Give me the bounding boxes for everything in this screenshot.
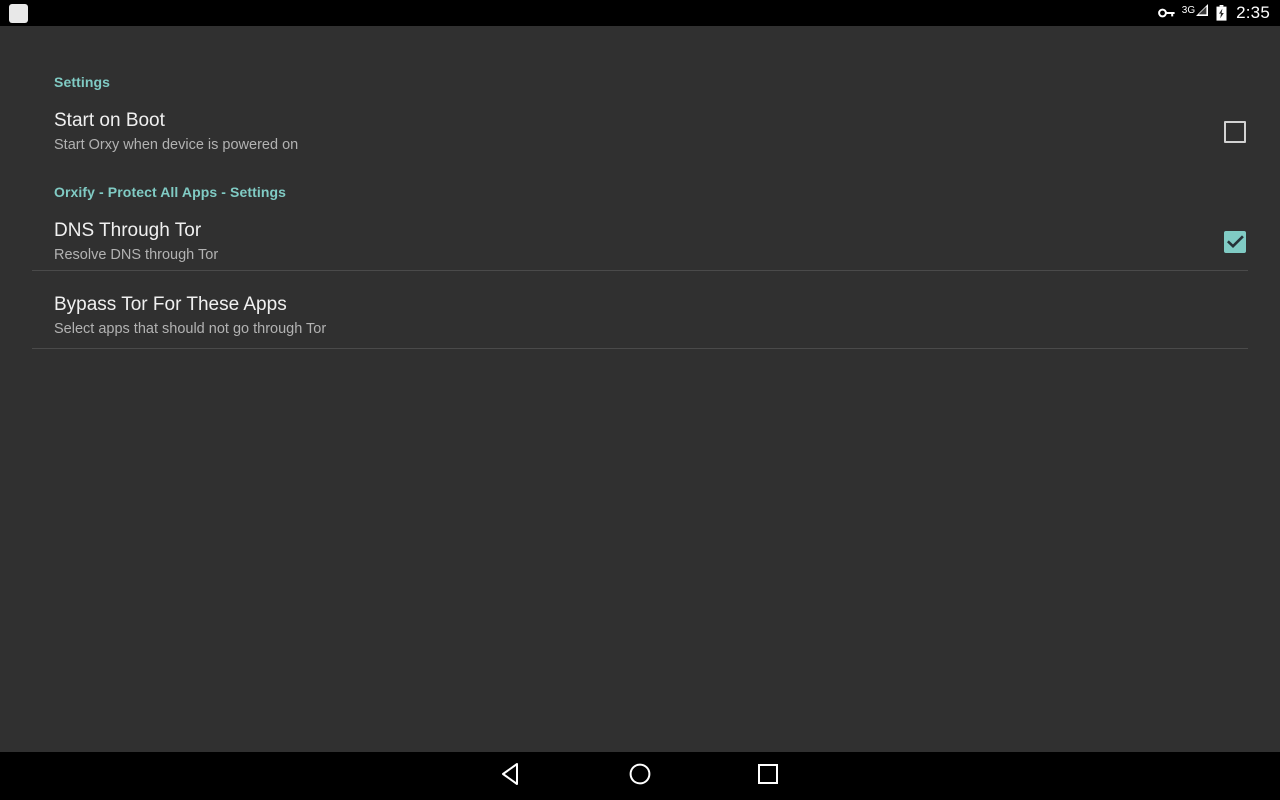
recents-button[interactable] xyxy=(704,752,832,800)
back-triangle-icon xyxy=(501,762,523,791)
pref-title-dns-through-tor: DNS Through Tor xyxy=(54,220,202,241)
battery-charging-icon xyxy=(1216,3,1227,23)
checkbox-dns-through-tor[interactable] xyxy=(1224,231,1246,253)
status-bar-notifications xyxy=(0,3,28,23)
pref-title-start-on-boot: Start on Boot xyxy=(54,110,165,131)
pref-row-bypass-tor[interactable]: Bypass Tor For These Apps Select apps th… xyxy=(0,293,1280,339)
pref-text-bypass-tor: Bypass Tor For These Apps Select apps th… xyxy=(54,293,326,339)
pref-summary-bypass-tor: Select apps that should not go through T… xyxy=(54,321,327,337)
pref-row-start-on-boot[interactable]: Start on Boot Start Orxy when device is … xyxy=(0,109,1280,155)
checkbox-start-on-boot[interactable] xyxy=(1224,121,1246,143)
android-screen: 3G 2:35 Settings Start on Boot Start Orx… xyxy=(0,0,1280,800)
signal-bars-icon xyxy=(1196,3,1209,22)
pref-text-dns-through-tor: DNS Through Tor Resolve DNS through Tor xyxy=(54,219,218,265)
pref-summary-start-on-boot: Start Orxy when device is powered on xyxy=(54,137,299,153)
status-bar-system-icons: 3G 2:35 xyxy=(1157,3,1280,23)
home-button[interactable] xyxy=(576,752,704,800)
key-icon xyxy=(1157,3,1175,23)
list-divider xyxy=(32,348,1248,349)
checkmark-icon xyxy=(1226,235,1244,249)
section-header-orxify: Orxify - Protect All Apps - Settings xyxy=(54,184,287,200)
navigation-bar xyxy=(0,752,1280,800)
app-notification-icon xyxy=(9,3,28,23)
pref-summary-dns-through-tor: Resolve DNS through Tor xyxy=(54,247,219,263)
list-divider xyxy=(32,270,1248,271)
section-header-settings: Settings xyxy=(54,74,111,90)
status-bar-clock: 2:35 xyxy=(1236,3,1270,22)
network-type-label: 3G xyxy=(1181,5,1196,16)
home-circle-icon xyxy=(628,762,652,791)
recents-square-icon xyxy=(757,763,779,790)
status-bar: 3G 2:35 xyxy=(0,0,1280,26)
back-button[interactable] xyxy=(448,752,576,800)
pref-row-dns-through-tor[interactable]: DNS Through Tor Resolve DNS through Tor xyxy=(0,219,1280,265)
pref-text-start-on-boot: Start on Boot Start Orxy when device is … xyxy=(54,109,298,155)
pref-title-bypass-tor: Bypass Tor For These Apps xyxy=(54,294,287,315)
network-type-indicator: 3G xyxy=(1182,4,1209,22)
settings-content: Settings Start on Boot Start Orxy when d… xyxy=(0,26,1280,752)
